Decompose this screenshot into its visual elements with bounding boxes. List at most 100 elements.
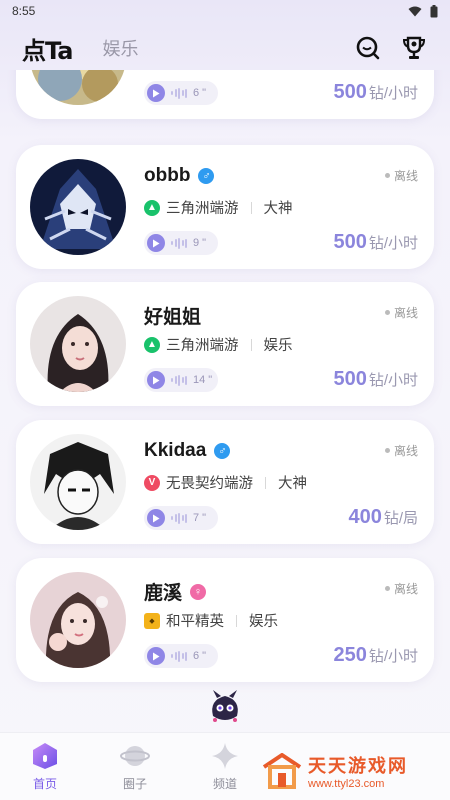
- price-unit: 钻/小时: [368, 372, 418, 389]
- voice-duration: 7 ": [193, 512, 207, 524]
- companion-card[interactable]: 6 " 500 钻/小时: [16, 70, 434, 119]
- watermark-url: www.ttyl23.com: [308, 778, 385, 790]
- online-status: 离线: [384, 304, 418, 321]
- price-value: 250: [333, 644, 367, 666]
- price-value: 500: [333, 81, 367, 103]
- price-value: 500: [333, 368, 367, 390]
- game-row: ▲ 三角洲端游 娱乐: [144, 334, 293, 355]
- search-button[interactable]: [354, 34, 382, 62]
- watermark-logo-icon: [262, 753, 302, 789]
- tab-channel[interactable]: 频道: [180, 733, 270, 800]
- price-unit: 钻/局: [383, 510, 418, 527]
- companion-name: Kkidaa: [144, 440, 207, 461]
- top-header: 点Ta 娱乐: [0, 28, 450, 68]
- delta-game-icon: ▲: [144, 336, 160, 353]
- voice-duration: 6 ": [193, 650, 207, 662]
- voice-intro-button[interactable]: 9 ": [144, 231, 218, 255]
- watermark-title: 天天游戏网: [308, 756, 408, 776]
- companion-name: 好姐姐: [144, 307, 202, 328]
- price: 400 钻/局: [348, 506, 418, 529]
- status-time: 8:55: [12, 4, 36, 18]
- companion-name: obbb: [144, 165, 191, 186]
- tab-circle[interactable]: 圈子: [90, 733, 180, 800]
- avatar: [30, 572, 126, 668]
- price: 500 钻/小时: [333, 368, 418, 391]
- female-icon: ♀: [190, 583, 207, 600]
- tab-home[interactable]: 首页: [0, 733, 90, 800]
- price-value: 500: [333, 231, 367, 253]
- price-value: 400: [348, 506, 382, 528]
- price-unit: 钻/小时: [368, 235, 418, 252]
- companion-card[interactable]: 好姐姐 离线 ▲ 三角洲端游 娱乐 14 " 500 钻/小时: [16, 282, 434, 406]
- voice-duration: 14 ": [193, 374, 213, 386]
- avatar: [30, 159, 126, 255]
- tab-channel-label: 频道: [212, 777, 237, 791]
- game-name: 和平精英: [166, 614, 224, 630]
- online-status: 离线: [384, 580, 418, 597]
- waveform-icon: [171, 237, 187, 249]
- companion-list: 6 " 500 钻/小时 obbb ♂ 离线 ▲ 三角洲端游 大神 9 " 50…: [0, 70, 450, 720]
- trophy-icon: [402, 36, 426, 59]
- price-unit: 钻/小时: [368, 648, 418, 665]
- role-tag: 娱乐: [249, 614, 278, 630]
- game-row: ▲ 三角洲端游 大神: [144, 197, 293, 218]
- play-icon: [147, 371, 165, 389]
- status-icons: [408, 4, 438, 18]
- tab-entertainment[interactable]: 娱乐: [102, 35, 138, 61]
- role-tag: 娱乐: [263, 338, 293, 354]
- tab-home-label: 首页: [32, 777, 57, 791]
- online-status: 离线: [384, 442, 418, 459]
- peace-elite-game-icon: ◆: [144, 612, 160, 629]
- game-name: 无畏契约端游: [166, 476, 253, 492]
- play-icon: [147, 84, 165, 102]
- voice-intro-button[interactable]: 6 ": [144, 644, 218, 668]
- play-icon: [147, 234, 165, 252]
- search-icon: [356, 36, 380, 60]
- waveform-icon: [171, 512, 187, 524]
- voice-intro-button[interactable]: 6 ": [144, 81, 218, 105]
- online-status: 离线: [384, 167, 418, 184]
- planet-icon: [120, 746, 150, 766]
- status-bar: 8:55: [0, 0, 450, 22]
- companion-card[interactable]: Kkidaa ♂ 离线 V 无畏契约端游 大神 7 " 400 钻/局: [16, 420, 434, 544]
- waveform-icon: [171, 374, 187, 386]
- valorant-game-icon: V: [144, 474, 160, 491]
- male-icon: ♂: [214, 443, 231, 459]
- companion-card[interactable]: 鹿溪 ♀ 离线 ◆ 和平精英 娱乐 6 " 250 钻/小时: [16, 558, 434, 682]
- ranking-button[interactable]: [400, 34, 428, 62]
- game-name: 三角洲端游: [166, 338, 239, 354]
- avatar: [30, 296, 126, 392]
- price: 500 钻/小时: [333, 81, 418, 104]
- game-row: V 无畏契约端游 大神: [144, 472, 307, 493]
- price: 500 钻/小时: [333, 231, 418, 254]
- game-name: 三角洲端游: [166, 201, 239, 217]
- role-tag: 大神: [278, 476, 307, 492]
- sparkle-icon: [212, 743, 238, 769]
- waveform-icon: [171, 87, 187, 99]
- voice-intro-button[interactable]: 7 ": [144, 506, 218, 530]
- mascot-float-button[interactable]: [205, 686, 245, 726]
- waveform-icon: [171, 650, 187, 662]
- companion-name: 鹿溪: [144, 583, 183, 604]
- price-unit: 钻/小时: [368, 85, 418, 102]
- delta-game-icon: ▲: [144, 199, 160, 216]
- tab-circle-label: 圈子: [122, 777, 147, 791]
- wifi-icon: [408, 6, 422, 16]
- battery-icon: [430, 4, 438, 17]
- mascot-icon: [212, 690, 238, 722]
- voice-intro-button[interactable]: 14 ": [144, 368, 218, 392]
- site-watermark: 天天游戏网 www.ttyl23.com: [262, 752, 408, 790]
- price: 250 钻/小时: [333, 644, 418, 667]
- avatar: [30, 434, 126, 530]
- avatar: [30, 70, 126, 105]
- app-logo: 点Ta: [22, 36, 73, 65]
- play-icon: [147, 647, 165, 665]
- game-row: ◆ 和平精英 娱乐: [144, 610, 278, 631]
- voice-duration: 6 ": [193, 87, 207, 99]
- home-icon: [33, 743, 57, 769]
- companion-card[interactable]: obbb ♂ 离线 ▲ 三角洲端游 大神 9 " 500 钻/小时: [16, 145, 434, 269]
- play-icon: [147, 509, 165, 527]
- role-tag: 大神: [263, 201, 293, 217]
- male-icon: ♂: [198, 168, 215, 184]
- voice-duration: 9 ": [193, 237, 207, 249]
